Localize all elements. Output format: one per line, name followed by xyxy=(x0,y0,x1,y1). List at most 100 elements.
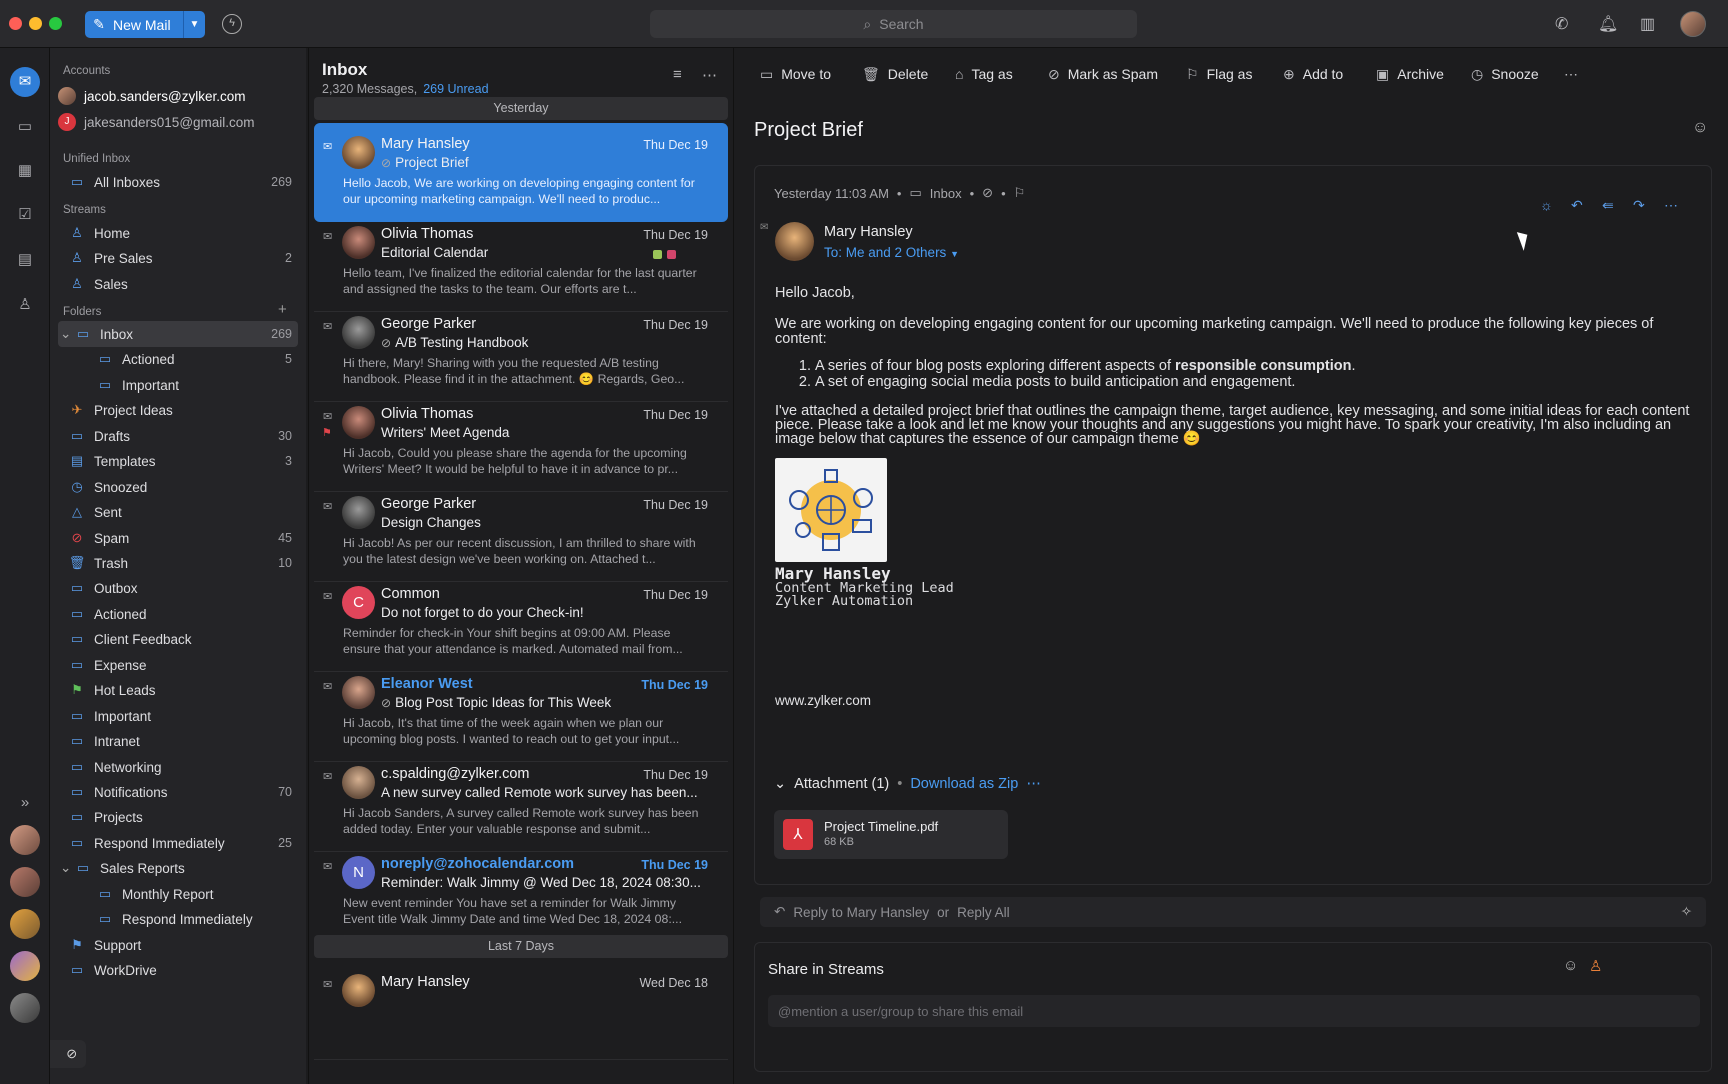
tag-as-button[interactable]: ⌂ Tag as xyxy=(955,62,1013,86)
group-icon[interactable]: ☺ xyxy=(1563,957,1578,974)
email-folder[interactable]: Inbox xyxy=(930,186,962,201)
website-link[interactable]: www.zylker.com xyxy=(775,693,1695,708)
flag-icon[interactable]: ⚐ xyxy=(1014,185,1026,201)
magic-icon[interactable]: ✧ xyxy=(1681,904,1692,920)
envelope-icon[interactable]: ✉ xyxy=(323,230,332,243)
list-item[interactable]: ✉ Olivia Thomas Thu Dec 19 Editorial Calend… xyxy=(314,213,728,312)
reply-icon[interactable]: ↶ xyxy=(1571,197,1583,214)
more-actions-button[interactable]: ⋯ xyxy=(1564,62,1578,86)
close-window-button[interactable] xyxy=(9,17,22,30)
list-item[interactable]: ✉ Olivia Thomas Thu Dec 19 Writers' Meet Ag… xyxy=(314,393,728,492)
sidebar-item-folder[interactable]: ▭ Drafts 30 xyxy=(58,423,298,449)
bolt-icon[interactable]: ϟ xyxy=(222,14,242,34)
more-icon[interactable]: ⋯ xyxy=(1664,197,1678,214)
search-input[interactable]: ⌕ Search xyxy=(650,10,1137,38)
attachment-file[interactable]: ⅄ Project Timeline.pdf 68 KB xyxy=(774,810,1008,859)
avatar[interactable] xyxy=(775,222,814,261)
sidebar-item-folder[interactable]: ⚑ Hot Leads xyxy=(58,677,298,703)
envelope-icon[interactable]: ✉ xyxy=(323,860,332,873)
list-item[interactable]: ✉ George Parker Thu Dec 19 ⊘ A/B Testing Han… xyxy=(314,303,728,402)
snooze-button[interactable]: ◷ Snooze xyxy=(1471,62,1539,86)
add-to-button[interactable]: ⊕ Add to xyxy=(1283,62,1343,86)
theme-icon[interactable]: ☼ xyxy=(1540,197,1553,213)
sidebar-item-folder[interactable]: ▭ Outbox xyxy=(58,575,298,601)
sidebar-item-folder[interactable]: ✈ Project Ideas xyxy=(58,397,298,423)
add-folder-icon[interactable]: + xyxy=(278,301,287,318)
download-zip-link[interactable]: Download as Zip xyxy=(910,776,1018,792)
sidebar-item-folder[interactable]: ▭ Monthly Report xyxy=(58,881,298,907)
expand-icon[interactable]: » xyxy=(13,791,37,815)
campaign-image[interactable] xyxy=(775,458,887,562)
envelope-icon[interactable]: ✉ xyxy=(323,590,332,603)
forward-icon[interactable]: ↷ xyxy=(1633,197,1645,214)
minimize-window-button[interactable] xyxy=(29,17,42,30)
move-to-button[interactable]: ▭ Move to xyxy=(760,62,831,86)
sidebar-item-folder[interactable]: ▭ Notifications 70 xyxy=(58,779,298,805)
envelope-icon[interactable]: ✉ xyxy=(323,410,332,423)
flag-as-button[interactable]: ⚐ Flag as xyxy=(1186,62,1252,86)
quick-reply-box[interactable]: ↶ Reply to Mary Hansley or Reply All ✧ xyxy=(760,897,1706,927)
chevron-down-icon[interactable]: ▼ xyxy=(183,11,205,38)
sidebar-item-stream[interactable]: ♙ Pre Sales 2 xyxy=(58,245,298,271)
list-item[interactable]: ✉ George Parker Thu Dec 19 Design Changes Hi… xyxy=(314,483,728,582)
user-avatar[interactable] xyxy=(1680,11,1706,37)
sidebar-item-folder[interactable]: 🗑︎ Trash 10 xyxy=(58,550,298,576)
sender-name[interactable]: Mary Hansley xyxy=(824,224,913,240)
unread-count[interactable]: 269 Unread xyxy=(423,82,488,96)
recipients-toggle[interactable]: To: Me and 2 Others ▼ xyxy=(824,245,959,260)
chat-icon[interactable]: ▭ xyxy=(13,115,37,139)
list-item[interactable]: ✉ c.spalding@zylker.com Thu Dec 19 A new su… xyxy=(314,753,728,852)
sidebar-item-folder[interactable]: ▭ Expense xyxy=(58,652,298,678)
sidebar-item-folder[interactable]: ▭ Respond Immediately 25 xyxy=(58,830,298,856)
envelope-icon[interactable]: ✉ xyxy=(323,320,332,333)
sidebar-item-stream[interactable]: ♙ Sales xyxy=(58,271,298,297)
sidebar-item-folder[interactable]: ▭ Client Feedback xyxy=(58,626,298,652)
more-icon[interactable]: ⋯ xyxy=(702,66,717,84)
list-item[interactable]: ✉ Nnoreply@zohocalendar.com Thu Dec 19 Remi… xyxy=(314,843,728,942)
filter-icon[interactable]: ≡ xyxy=(673,66,682,83)
user-add-icon[interactable]: ♙ xyxy=(1589,957,1602,975)
sidebar-item-folder[interactable]: ▭ Actioned xyxy=(58,601,298,627)
avatar[interactable] xyxy=(10,867,40,897)
camera-off-icon[interactable]: ⊘ xyxy=(66,1046,77,1062)
flag-icon[interactable]: ⚑ xyxy=(322,426,332,439)
sidebar-item-folder[interactable]: ▭ Actioned 5 xyxy=(58,346,298,372)
avatar[interactable] xyxy=(10,825,40,855)
sidebar-item-all-inboxes[interactable]: ▭ All Inboxes 269 xyxy=(58,169,298,195)
envelope-icon[interactable]: ✉ xyxy=(323,140,332,153)
delete-button[interactable]: 🗑︎ Delete xyxy=(862,62,928,86)
chevron-down-icon[interactable]: ⌄ xyxy=(60,326,74,342)
sidebar-item-folder[interactable]: ⊘ Spam 45 xyxy=(58,525,298,551)
account-item[interactable]: jacob.sanders@zylker.com xyxy=(58,83,298,109)
sidebar-item-folder[interactable]: △ Sent xyxy=(58,499,298,525)
recording-control[interactable]: ❚❚ ⊘ xyxy=(50,1040,86,1068)
sidebar-item-folder[interactable]: ◷ Snoozed xyxy=(58,474,298,500)
account-item[interactable]: J jakesanders015@gmail.com xyxy=(58,109,298,135)
reply-all-icon[interactable]: ⇚ xyxy=(1602,197,1614,214)
reply-link[interactable]: Reply to Mary Hansley xyxy=(793,905,929,920)
sidebar-item-folder[interactable]: ▭ Projects xyxy=(58,804,298,830)
archive-button[interactable]: ▣ Archive xyxy=(1376,62,1444,86)
sidebar-item-folder[interactable]: ▭ Networking xyxy=(58,754,298,780)
more-icon[interactable]: ⋯ xyxy=(1026,776,1041,792)
contacts-icon[interactable]: ♙ xyxy=(13,293,37,317)
chevron-down-icon[interactable]: ⌄ xyxy=(60,860,74,876)
share-mention-input[interactable]: @mention a user/group to share this emai… xyxy=(768,995,1700,1027)
sidebar-item-folder[interactable]: ⌄ ▭ Sales Reports xyxy=(58,855,298,881)
zoom-window-button[interactable] xyxy=(49,17,62,30)
mail-icon[interactable]: ✉ xyxy=(10,67,40,97)
new-mail-button[interactable]: ✎ New Mail ▼ xyxy=(85,11,205,38)
envelope-icon[interactable]: ✉ xyxy=(323,500,332,513)
sidebar-item-folder[interactable]: ▤ Templates 3 xyxy=(58,448,298,474)
tasks-icon[interactable]: ☑ xyxy=(13,203,37,227)
sidebar-item-folder[interactable]: ▭ Intranet xyxy=(58,728,298,754)
calendar-icon[interactable]: ▦ xyxy=(13,159,37,183)
bell-icon[interactable]: 🔔︎ xyxy=(1598,14,1618,34)
phone-icon[interactable]: ✆ xyxy=(1555,14,1568,34)
list-item[interactable]: ✉ C Common Thu Dec 19 Do not forget to do yo… xyxy=(314,573,728,672)
list-item[interactable]: ✉ Mary Hansley Wed Dec 18 xyxy=(314,961,728,1060)
avatar[interactable] xyxy=(10,951,40,981)
avatar[interactable] xyxy=(10,909,40,939)
mark-as-spam-button[interactable]: ⊘ Mark as Spam xyxy=(1048,62,1158,86)
chevron-circle-icon[interactable]: ⌄ xyxy=(774,776,786,792)
